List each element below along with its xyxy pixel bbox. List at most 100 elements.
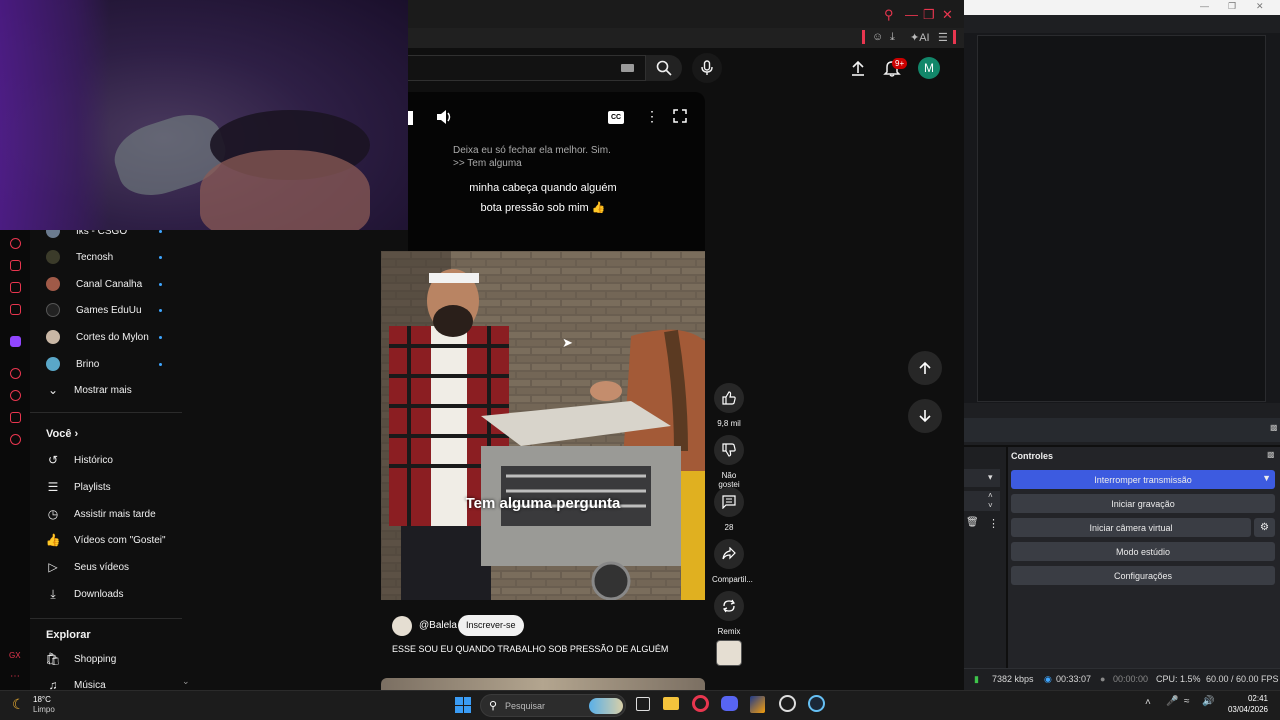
channel-avatar[interactable]	[392, 616, 412, 636]
keyboard-icon[interactable]	[621, 64, 634, 72]
dropdown[interactable]	[964, 469, 1000, 487]
start-button[interactable]	[455, 697, 471, 713]
more-options-icon[interactable]: ⋮	[645, 108, 659, 125]
short-title[interactable]: ESSE SOU EU QUANDO TRABALHO SOB PRESSÃO …	[392, 644, 668, 654]
search-tabs-icon[interactable]: ⚲	[884, 7, 894, 23]
play-icon[interactable]	[10, 368, 21, 379]
clock-icon[interactable]	[10, 390, 21, 401]
arrow-down-icon	[919, 410, 931, 423]
close-icon[interactable]: ✕	[1256, 1, 1264, 12]
dock-options-icon[interactable]: ▩	[1270, 423, 1278, 432]
spinbox[interactable]	[964, 491, 1000, 511]
weather-icon[interactable]: ☾	[12, 696, 25, 713]
sidebar-subscription[interactable]: Brino	[46, 351, 186, 377]
clock-time[interactable]: 02:41	[1226, 694, 1268, 703]
ai-icon[interactable]: ✦AI	[910, 31, 930, 44]
chat-icon[interactable]	[10, 282, 21, 293]
start-recording-button[interactable]: Iniciar gravação	[1011, 494, 1275, 513]
obs-icon[interactable]	[779, 695, 796, 712]
avatar[interactable]: M	[918, 57, 940, 79]
trash-icon[interactable]: 🗑	[966, 517, 979, 528]
previous-short-button[interactable]	[908, 351, 942, 385]
captions-button[interactable]: CC	[608, 111, 624, 124]
virtual-camera-settings-button[interactable]: ⚙	[1254, 518, 1275, 537]
channel-name: Cortes do Mylon	[76, 331, 149, 343]
next-short-thumbnail[interactable]	[381, 678, 705, 690]
steam-icon[interactable]	[808, 695, 825, 712]
settings-icon[interactable]	[10, 434, 21, 445]
weather-temp[interactable]: 18°C	[33, 695, 51, 704]
sidebar-subscription[interactable]: Cortes do Mylon	[46, 324, 186, 350]
search-button[interactable]	[646, 55, 682, 81]
puzzle-icon[interactable]	[10, 412, 21, 423]
chevron-up-icon[interactable]: ˄	[1145, 697, 1151, 708]
like-button[interactable]: 9,8 mil	[712, 383, 746, 428]
gx-icon[interactable]: GX	[9, 651, 21, 660]
discord-icon[interactable]	[721, 696, 738, 711]
sidebar-item-liked-videos[interactable]: 👍 Vídeos com "Gostei"	[46, 527, 186, 553]
minimize-icon[interactable]: —	[1200, 1, 1209, 11]
studio-mode-button[interactable]: Modo estúdio	[1011, 542, 1275, 561]
opera-gx-icon[interactable]	[692, 695, 709, 712]
sidebar-subscription[interactable]: Canal Canalha	[46, 271, 186, 297]
short-video[interactable]: Tem alguma pergunta ➤	[381, 251, 705, 600]
sound-thumbnail[interactable]	[716, 640, 742, 666]
microphone-icon[interactable]: 🎤	[1166, 696, 1178, 707]
editor-icon[interactable]	[750, 696, 765, 713]
more-icon[interactable]: ⋯	[10, 671, 20, 682]
minimize-icon[interactable]: —	[905, 7, 918, 22]
file-explorer-icon[interactable]	[663, 697, 679, 710]
pause-icon[interactable]	[408, 111, 413, 125]
browser-side-rail: GX ⋯	[0, 230, 30, 690]
show-more-button[interactable]: ⌄ Mostrar mais	[46, 377, 186, 403]
sidebar-item-shopping[interactable]: 🛍 Shopping	[45, 646, 186, 672]
sidebar-subscription[interactable]: Tecnosh	[46, 244, 186, 270]
restore-icon[interactable]: ❐	[1228, 1, 1236, 12]
share-button[interactable]: Compartil...	[712, 539, 753, 584]
search-input[interactable]	[408, 55, 646, 81]
subscribe-button[interactable]: Inscrever-se	[458, 615, 524, 636]
sidebar-item-history[interactable]: ↺ Histórico	[46, 447, 186, 473]
messenger-icon[interactable]	[10, 304, 21, 315]
twitch-icon[interactable]	[10, 336, 21, 347]
spinbox-arrows-icon[interactable]: ˄ ˅	[988, 491, 993, 511]
dock-options-icon[interactable]: ▩	[1267, 450, 1275, 459]
fullscreen-button[interactable]	[673, 109, 687, 128]
dropdown-arrow-icon: ▾	[988, 472, 993, 482]
create-button[interactable]	[848, 58, 868, 78]
stop-streaming-button[interactable]: Interromper transmissão ▼	[1011, 470, 1275, 489]
profile-icon[interactable]: ☺	[872, 31, 883, 43]
channel-name[interactable]: @Balela	[419, 620, 457, 631]
scroll-down-icon[interactable]: ⌄	[182, 676, 190, 687]
sidebar-item-watch-later[interactable]: ◷ Assistir mais tarde	[46, 501, 186, 527]
obs-preview[interactable]	[977, 35, 1266, 402]
sidebar-item-playlists[interactable]: ☰ Playlists	[46, 474, 186, 500]
history-icon[interactable]	[10, 238, 21, 249]
explore-section-heading: Explorar	[46, 629, 91, 641]
restore-icon[interactable]: ❐	[923, 7, 935, 23]
sidebar-item-your-videos[interactable]: ▷ Seus vídeos	[46, 554, 186, 580]
next-short-button[interactable]	[908, 399, 942, 433]
weather-desc[interactable]: Limpo	[33, 705, 55, 714]
task-view-icon[interactable]	[636, 697, 650, 711]
volume-icon[interactable]: 🔊	[1202, 696, 1214, 707]
taskbar-search[interactable]: ⚲ Pesquisar	[480, 694, 626, 717]
dropdown-arrow-icon[interactable]: ▼	[1262, 473, 1271, 483]
voice-search-button[interactable]	[692, 53, 722, 83]
sidebar-subscription[interactable]: Games EduUu	[46, 297, 186, 323]
more-options-icon[interactable]: ⋮	[988, 517, 999, 530]
clock-date[interactable]: 03/04/2026	[1222, 705, 1268, 714]
remix-button[interactable]: Remix	[712, 591, 746, 636]
sidebar-item-downloads[interactable]: ⤓ Downloads	[46, 581, 186, 607]
bag-icon[interactable]	[10, 260, 21, 271]
download-icon[interactable]: ⤓	[890, 31, 895, 44]
settings-button[interactable]: Configurações	[1011, 566, 1275, 585]
start-virtual-camera-button[interactable]: Iniciar câmera virtual	[1011, 518, 1251, 537]
volume-button[interactable]	[436, 109, 454, 130]
sidebar-settings-icon[interactable]: ☰	[938, 31, 948, 44]
comments-button[interactable]: 28	[712, 487, 746, 532]
close-icon[interactable]: ✕	[942, 7, 953, 23]
dislike-button[interactable]: Não gostei	[712, 435, 746, 489]
wifi-icon[interactable]: ≈	[1184, 696, 1190, 707]
you-section-heading[interactable]: Você ›	[46, 428, 78, 440]
